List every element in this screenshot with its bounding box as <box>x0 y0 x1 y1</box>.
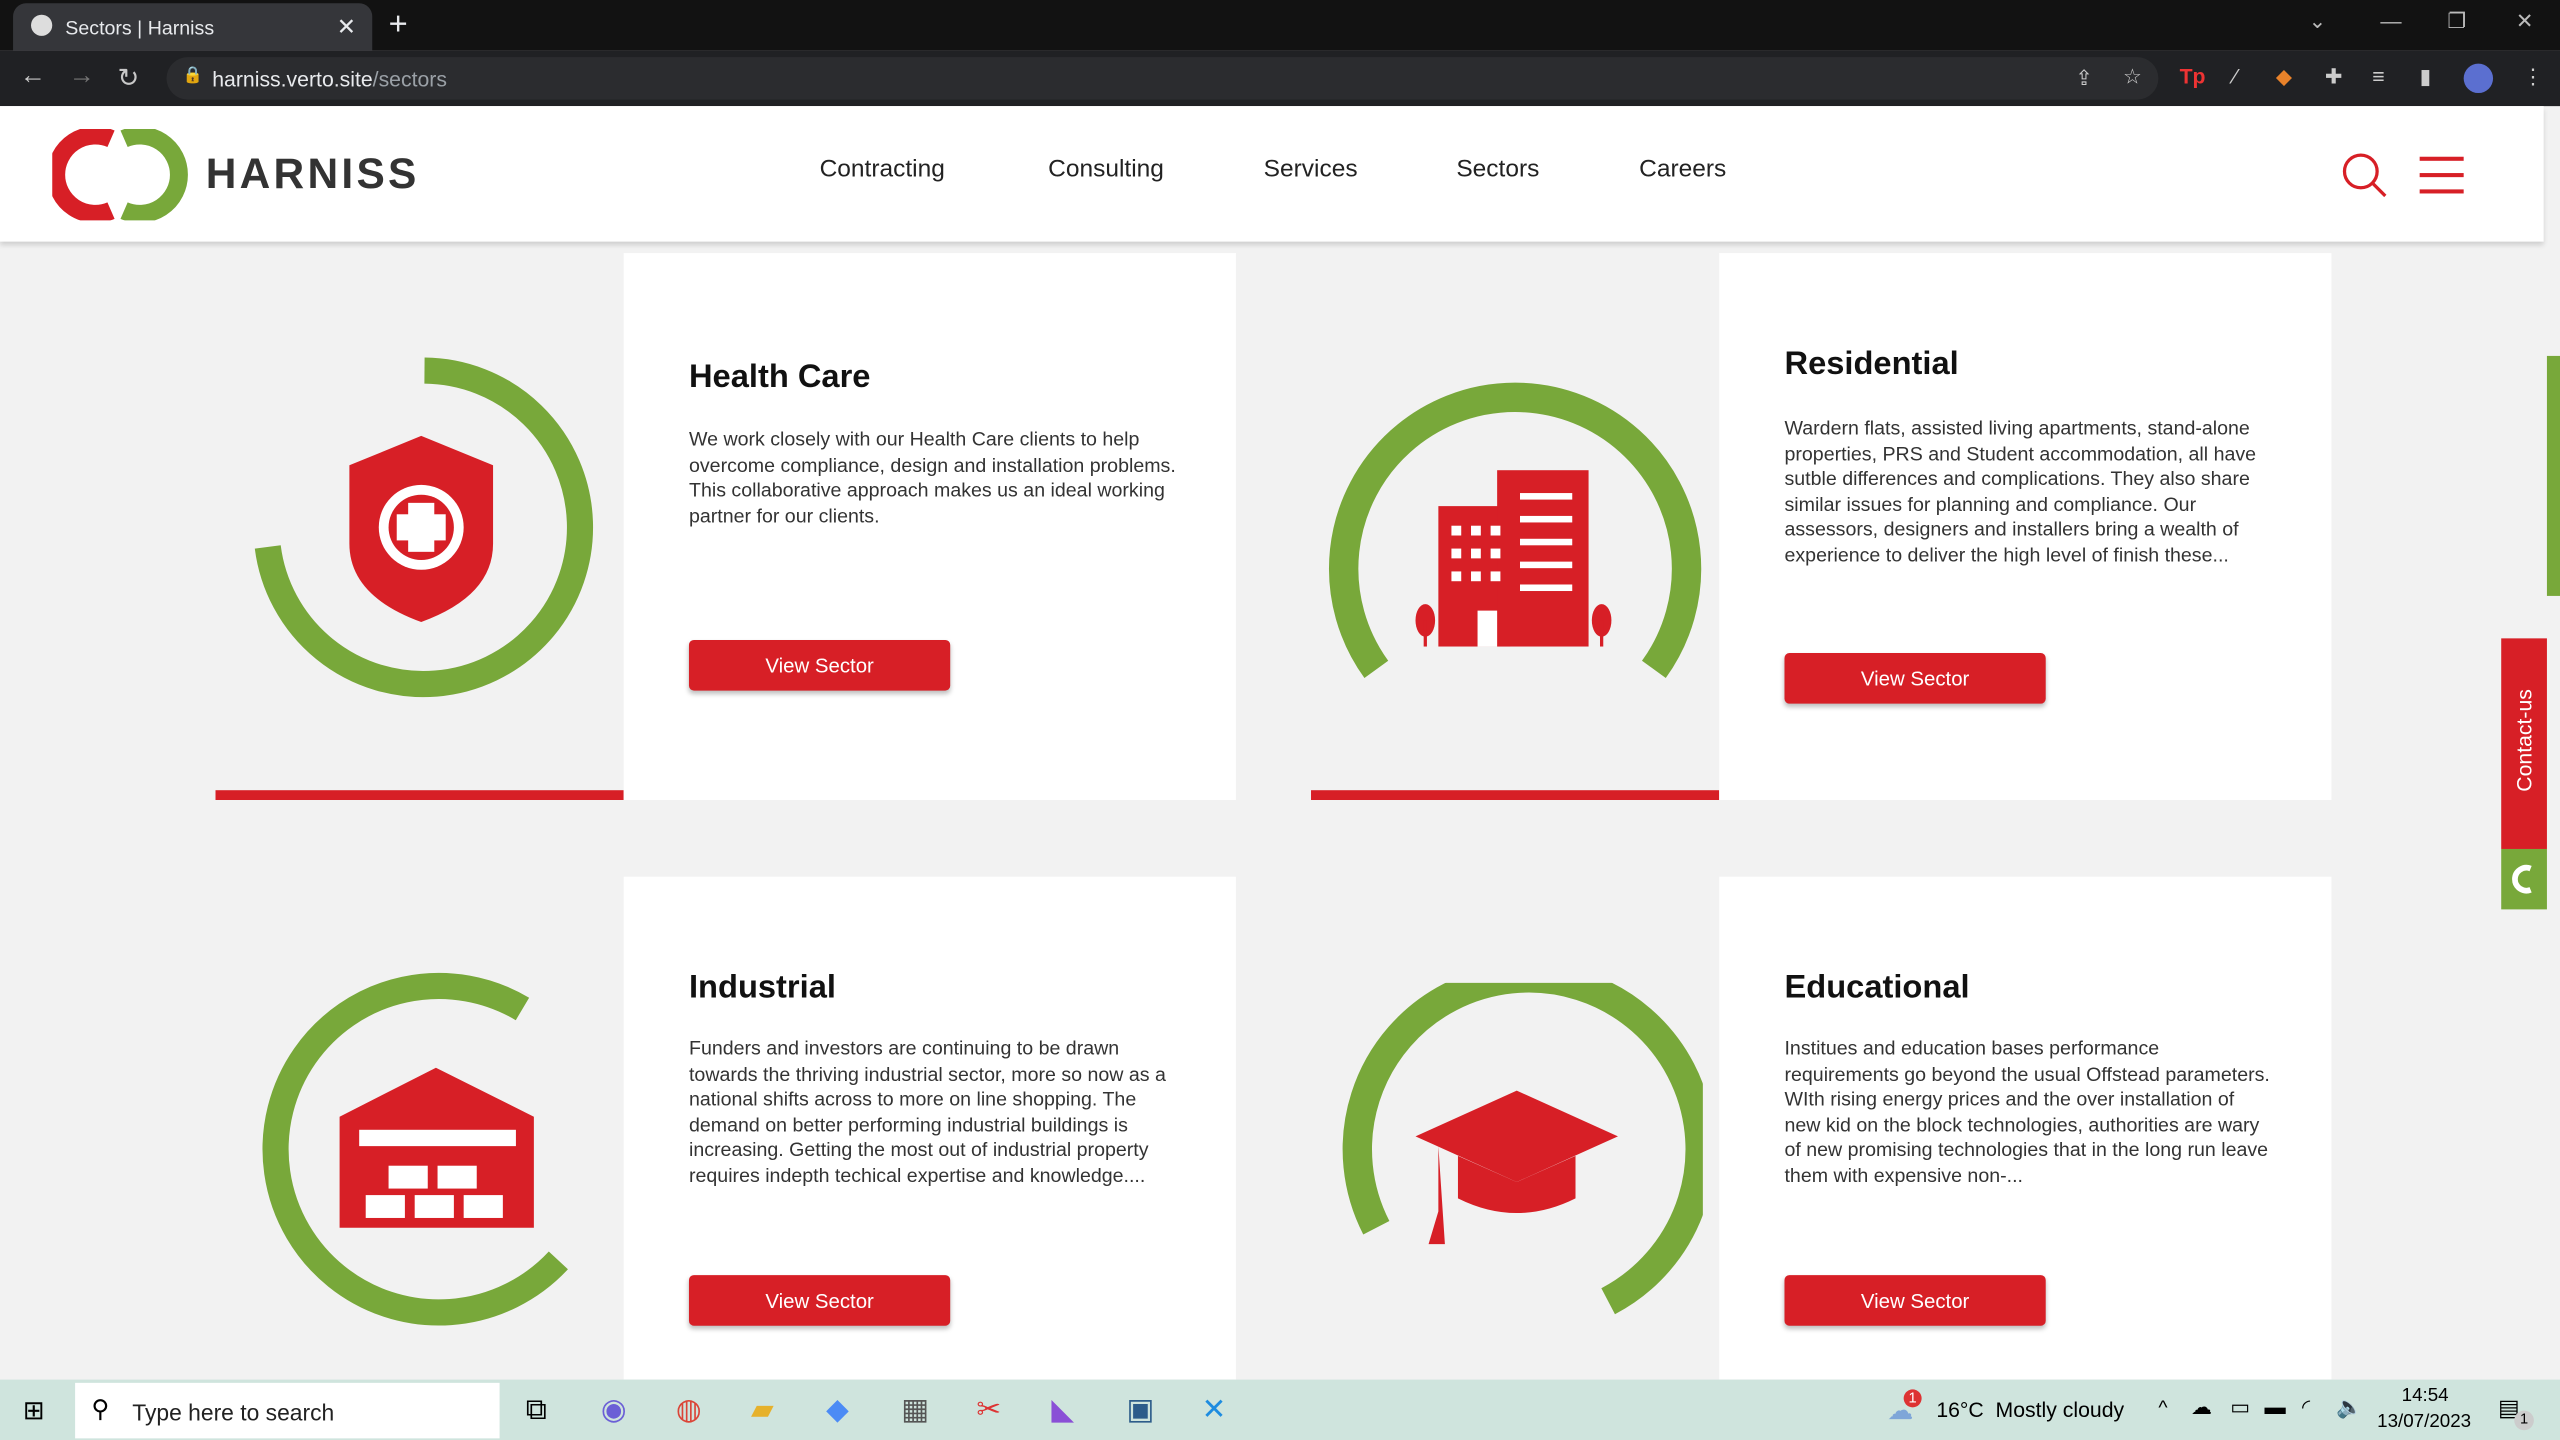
sector-description: Institues and education bases performanc… <box>1784 1036 2270 1187</box>
mysql-workbench-icon[interactable]: ▣ <box>1127 1393 1155 1427</box>
clock-time[interactable]: 14:54 <box>2402 1386 2449 1406</box>
windows-start-icon[interactable]: ⊞ <box>23 1394 45 1427</box>
task-view-icon[interactable]: ⧉ <box>526 1393 547 1427</box>
sector-description: We work closely with our Health Care cli… <box>688 427 1176 527</box>
accent-bar <box>1311 790 1720 800</box>
url-path: /sectors <box>372 66 447 92</box>
view-sector-button[interactable]: View Sector <box>688 1275 951 1326</box>
graduation-cap-icon <box>1342 982 1703 1315</box>
accent-bar <box>215 790 624 800</box>
view-sector-button[interactable]: View Sector <box>688 639 951 691</box>
wifi-icon[interactable]: ◜ <box>2302 1394 2310 1420</box>
notifications-badge: 1 <box>2514 1410 2534 1431</box>
building-icon <box>1328 382 1702 678</box>
sector-card-educational: Educational Institues and education base… <box>1719 876 2332 1380</box>
calculator-icon[interactable]: ▦ <box>901 1393 929 1427</box>
weather-text[interactable]: 16°C Mostly cloudy <box>1936 1398 2124 1422</box>
extension-tp-icon[interactable]: Tp <box>2180 64 2206 88</box>
search-placeholder: Type here to search <box>132 1399 335 1426</box>
view-sector-button[interactable]: View Sector <box>1784 1275 2046 1326</box>
site-header: HARNISS Contracting Consulting Services … <box>0 106 2544 242</box>
share-icon[interactable]: ⇪ <box>2075 65 2093 91</box>
shield-cross-icon <box>254 357 593 698</box>
minimize-button[interactable]: — <box>2380 8 2401 32</box>
visual-studio-icon[interactable]: ◣ <box>1051 1393 1074 1427</box>
industrial-icon-panel <box>215 876 624 1380</box>
health-care-icon-panel <box>215 253 624 800</box>
sector-card-health-care: Health Care We work closely with our Hea… <box>623 253 1236 800</box>
reload-icon[interactable]: ↻ <box>118 62 140 95</box>
battery-icon[interactable]: ▬ <box>2264 1394 2285 1418</box>
sector-card-residential: Residential Wardern flats, assisted livi… <box>1719 253 2332 800</box>
nav-careers[interactable]: Careers <box>1639 155 1726 183</box>
lock-icon: 🔒 <box>182 66 204 85</box>
sector-description: Funders and investors are continuing to … <box>688 1036 1166 1187</box>
bookmark-star-icon[interactable]: ☆ <box>2123 64 2142 90</box>
browser-menu-icon[interactable]: ⋮ <box>2522 64 2543 90</box>
globe-icon <box>31 14 53 36</box>
back-icon[interactable]: ← <box>20 62 46 91</box>
contact-us-label: Contact-us <box>2511 689 2537 792</box>
vscode-icon[interactable]: ✕ <box>1202 1393 1227 1427</box>
profile-avatar[interactable] <box>2463 63 2494 94</box>
nav-consulting[interactable]: Consulting <box>1048 155 1164 183</box>
warehouse-icon <box>262 972 568 1326</box>
close-tab-icon[interactable]: ✕ <box>337 13 356 41</box>
extensions-puzzle-icon[interactable]: ✚ <box>2325 64 2343 90</box>
forward-icon[interactable]: → <box>69 62 95 91</box>
weather-badge: 1 <box>1903 1389 1922 1408</box>
address-bar-row: ← → ↻ 🔒 harniss.verto.site/sectors ⇪ ☆ T… <box>0 50 2560 107</box>
url-host: harniss.verto.site <box>212 66 373 92</box>
snipping-tool-icon[interactable]: ✂ <box>976 1393 1001 1427</box>
volume-icon[interactable]: 🔈 <box>2336 1394 2362 1420</box>
restore-button[interactable]: ❐ <box>2447 8 2466 34</box>
sector-title: Health Care <box>688 359 871 396</box>
nav-sectors[interactable]: Sectors <box>1456 155 1539 183</box>
onedrive-icon[interactable]: ☁ <box>2191 1394 2212 1420</box>
contact-logo-icon[interactable] <box>2501 848 2547 910</box>
tab-title: Sectors | Harniss <box>65 16 215 40</box>
reading-list-icon[interactable]: ≡ <box>2372 64 2384 88</box>
show-hidden-icons-chevron[interactable]: ^ <box>2158 1396 2167 1419</box>
browser-tab[interactable]: Sectors | Harniss ✕ <box>13 3 373 51</box>
sector-description: Wardern flats, assisted living apartment… <box>1784 416 2257 566</box>
close-window-button[interactable]: ✕ <box>2516 8 2534 34</box>
harniss-logo-icon[interactable] <box>52 128 189 221</box>
educational-icon-panel <box>1311 876 1720 1380</box>
sector-title: Residential <box>1784 346 1959 383</box>
hamburger-menu-icon[interactable] <box>2419 155 2466 194</box>
contact-us-tab[interactable]: Contact-us <box>2501 638 2547 849</box>
search-icon[interactable] <box>2341 152 2390 201</box>
side-panel-icon[interactable]: ▮ <box>2420 64 2432 90</box>
page-scrollbar[interactable] <box>2546 355 2560 596</box>
sector-title: Educational <box>1784 969 1970 1006</box>
chrome-icon[interactable]: ◍ <box>676 1393 702 1427</box>
tab-strip: Sectors | Harniss ✕ + ⌄ — ❐ ✕ <box>0 0 2560 51</box>
view-sector-button[interactable]: View Sector <box>1784 653 2046 704</box>
camera-icon[interactable]: ▭ <box>2230 1394 2250 1420</box>
sector-title: Industrial <box>688 969 836 1006</box>
metamask-icon[interactable]: ◆ <box>2276 64 2292 90</box>
windows-taskbar: ⊞ ⚲ Type here to search ⧉ ◉ ◍ ▰ ◆ ▦ ✂ ◣ … <box>0 1379 2560 1440</box>
tab-search-icon[interactable]: ⌄ <box>2309 8 2327 34</box>
clock-date[interactable]: 13/07/2023 <box>2377 1412 2471 1432</box>
copilot-icon[interactable]: ◉ <box>601 1393 627 1427</box>
search-icon: ⚲ <box>91 1395 110 1424</box>
url-input[interactable]: 🔒 harniss.verto.site/sectors ⇪ ☆ <box>166 57 2159 100</box>
logo-text[interactable]: HARNISS <box>206 149 420 200</box>
app-diamond-icon[interactable]: ◆ <box>826 1393 849 1427</box>
taskbar-search-input[interactable]: ⚲ Type here to search <box>75 1382 500 1439</box>
nav-services[interactable]: Services <box>1264 155 1358 183</box>
new-tab-button[interactable]: + <box>389 7 408 45</box>
extension-pen-icon[interactable]: ⁄ <box>2233 64 2237 88</box>
nav-contracting[interactable]: Contracting <box>820 155 945 183</box>
sector-card-industrial: Industrial Funders and investors are con… <box>623 876 1236 1380</box>
file-explorer-icon[interactable]: ▰ <box>751 1393 774 1427</box>
residential-icon-panel <box>1311 253 1720 800</box>
